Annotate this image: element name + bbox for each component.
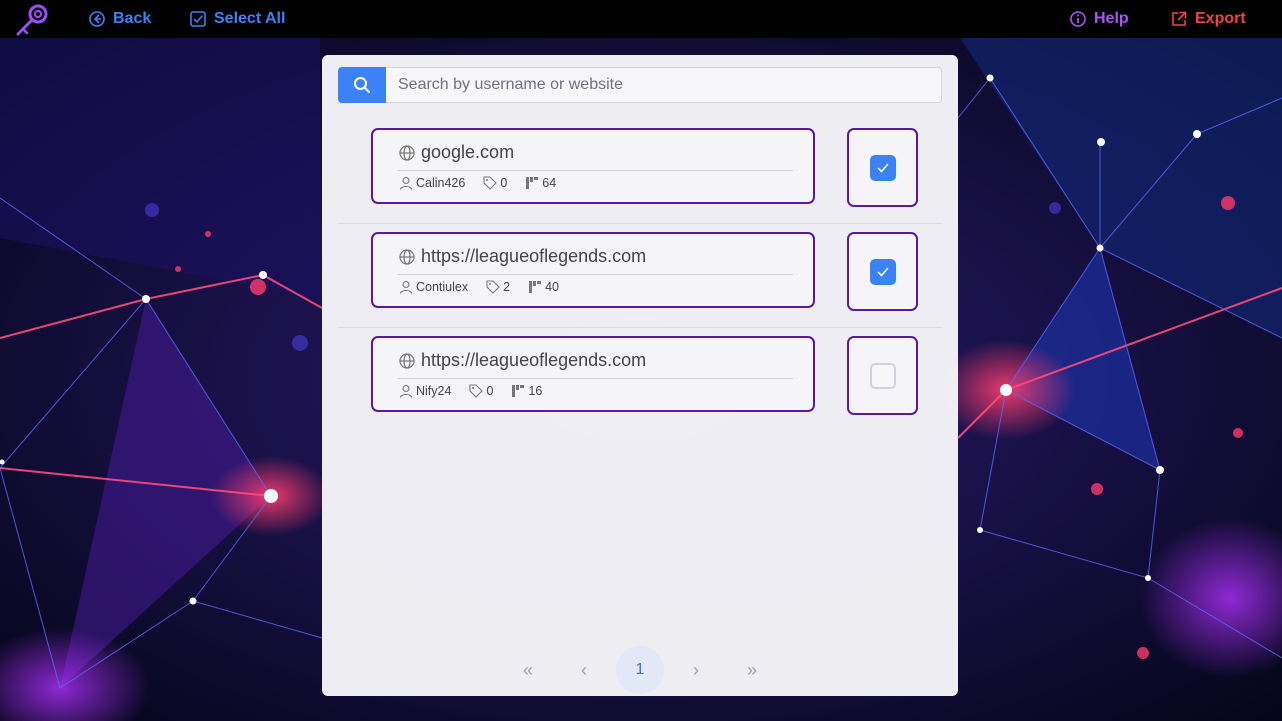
user-icon <box>399 176 413 190</box>
search-bar <box>338 67 942 103</box>
entry-meta: Calin426 0 64 <box>399 176 574 190</box>
entry-username: Nify24 <box>416 384 452 398</box>
prev-page-button[interactable]: ‹ <box>560 646 608 694</box>
select-all-button[interactable]: Select All <box>190 0 285 38</box>
globe-icon <box>399 144 415 161</box>
select-box <box>847 232 918 311</box>
back-button[interactable]: Back <box>89 0 151 38</box>
last-page-button[interactable]: » <box>728 646 776 694</box>
entry-checkbox[interactable] <box>869 362 896 389</box>
globe-icon <box>399 352 415 369</box>
entry-site: https://leagueoflegends.com <box>399 350 646 371</box>
current-page-button[interactable]: 1 <box>616 646 664 694</box>
export-button[interactable]: Export <box>1171 0 1246 38</box>
entry-strength: 16 <box>528 384 543 398</box>
select-all-label: Select All <box>214 10 286 27</box>
tags-field: 0 <box>483 176 507 190</box>
key-logo-icon[interactable] <box>14 3 50 36</box>
help-button[interactable]: Help <box>1070 0 1129 38</box>
username-field: Calin426 <box>399 176 465 190</box>
entry-tags: 0 <box>500 176 508 190</box>
entry-tags: 2 <box>503 280 511 294</box>
username-field: Contiulex <box>399 280 468 294</box>
back-arrow-icon <box>89 11 105 27</box>
entry-site: google.com <box>399 142 514 163</box>
entry-website: google.com <box>421 142 515 162</box>
entry-tags: 0 <box>486 384 494 398</box>
search-icon <box>354 77 370 93</box>
tag-icon <box>469 384 484 398</box>
export-label: Export <box>1195 10 1246 27</box>
list-item: https://leagueoflegends.com Nify24 0 16 <box>338 327 942 431</box>
tag-icon <box>483 176 498 190</box>
tags-field: 0 <box>469 384 493 398</box>
entry-checkbox[interactable] <box>869 258 896 285</box>
list-item: https://leagueoflegends.com Contiulex 2 … <box>338 223 942 328</box>
divider <box>397 170 793 171</box>
entry-checkbox[interactable] <box>869 154 896 181</box>
strength-icon <box>512 385 525 397</box>
strength-field: 64 <box>525 176 556 190</box>
divider <box>397 274 793 275</box>
external-link-icon <box>1172 11 1187 26</box>
entry-username: Contiulex <box>416 280 469 294</box>
select-box <box>847 336 918 415</box>
entry-site: https://leagueoflegends.com <box>399 246 646 267</box>
checkbox-icon <box>190 11 206 27</box>
entry-meta: Nify24 0 16 <box>399 384 560 398</box>
entry-card[interactable]: https://leagueoflegends.com Nify24 0 16 <box>371 336 815 412</box>
info-icon <box>1070 11 1086 27</box>
top-toolbar: Back Select All Help Export <box>0 0 1282 38</box>
entry-website: https://leagueoflegends.com <box>421 246 647 266</box>
checkmark-icon <box>877 163 888 173</box>
checkmark-icon <box>877 267 888 277</box>
help-label: Help <box>1094 10 1129 27</box>
globe-icon <box>399 248 415 265</box>
tags-field: 2 <box>486 280 510 294</box>
search-input[interactable] <box>386 67 942 103</box>
entry-strength: 40 <box>545 280 559 294</box>
back-label: Back <box>113 10 152 27</box>
list-item: google.com Calin426 0 64 <box>338 119 942 224</box>
strength-icon <box>529 281 542 293</box>
entry-website: https://leagueoflegends.com <box>421 350 647 370</box>
tag-icon <box>486 280 500 294</box>
pagination: « ‹ 1 › » <box>322 646 958 694</box>
divider <box>397 378 793 379</box>
entries-panel: google.com Calin426 0 64 <box>322 55 958 696</box>
strength-field: 16 <box>511 384 542 398</box>
entry-card[interactable]: https://leagueoflegends.com Contiulex 2 … <box>371 232 815 308</box>
select-box <box>847 128 918 207</box>
first-page-button[interactable]: « <box>504 646 552 694</box>
username-field: Nify24 <box>399 384 451 398</box>
entry-strength: 64 <box>542 176 557 190</box>
strength-field: 40 <box>528 280 559 294</box>
user-icon <box>399 384 413 398</box>
search-button[interactable] <box>338 67 386 103</box>
strength-icon <box>526 177 539 189</box>
entry-card[interactable]: google.com Calin426 0 64 <box>371 128 815 204</box>
next-page-button[interactable]: › <box>672 646 720 694</box>
user-icon <box>399 280 413 294</box>
entry-username: Calin426 <box>416 176 466 190</box>
entry-meta: Contiulex 2 40 <box>399 280 577 294</box>
